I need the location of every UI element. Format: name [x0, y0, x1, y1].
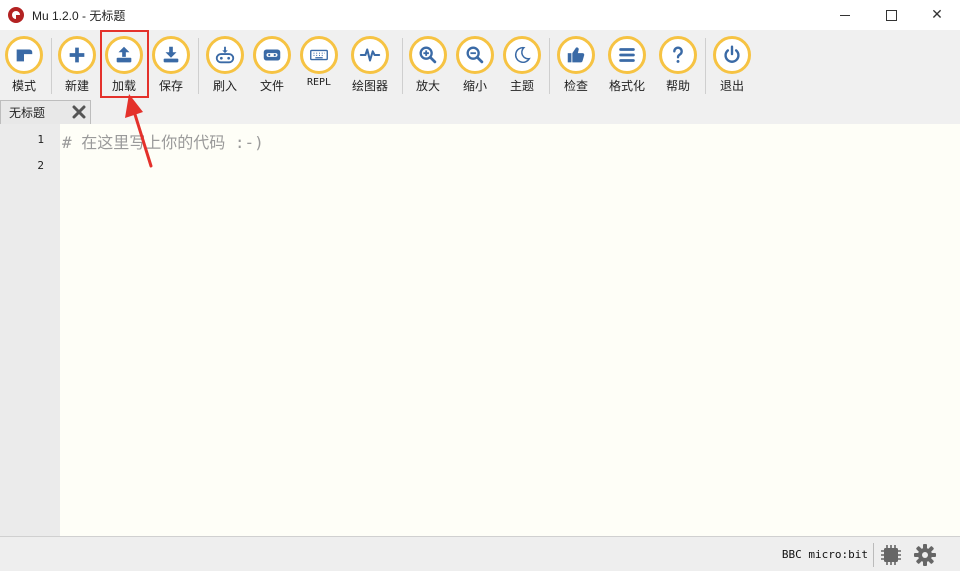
toolbar-separator	[51, 38, 52, 94]
moon-icon	[515, 46, 531, 63]
line-number: 1	[37, 133, 44, 146]
tab-label: 无标题	[9, 106, 46, 120]
theme-button[interactable]: 主题	[498, 36, 546, 98]
status-bar: BBC micro:bit	[0, 536, 960, 571]
repl-button[interactable]: REPL	[295, 36, 343, 98]
tidy-button[interactable]: 格式化	[603, 36, 651, 98]
zoom-out-button[interactable]: 缩小	[451, 36, 499, 98]
toolbar-separator	[549, 38, 550, 94]
question-icon	[673, 46, 683, 63]
maximize-button[interactable]	[868, 0, 914, 30]
plus-icon	[69, 47, 85, 63]
window-title: Mu 1.2.0 - 无标题	[32, 8, 126, 23]
mode-icon	[16, 49, 33, 62]
microbit-icon	[263, 49, 281, 61]
toolbar-separator	[402, 38, 403, 94]
title-bar: Mu 1.2.0 - 无标题 ✕	[0, 0, 960, 30]
toolbar-separator	[198, 38, 199, 94]
mode-label: BBC micro:bit	[781, 548, 868, 561]
plotter-button[interactable]: 绘图器	[346, 36, 394, 98]
keyboard-icon	[310, 49, 328, 61]
line-number-gutter: 1 2	[0, 124, 60, 536]
help-button[interactable]: 帮助	[654, 36, 702, 98]
close-window-button[interactable]: ✕	[914, 0, 960, 30]
close-tab-icon[interactable]	[72, 105, 86, 119]
minimize-button[interactable]	[822, 0, 868, 30]
gear-icon[interactable]	[912, 542, 938, 568]
status-separator	[873, 543, 874, 567]
mode-button[interactable]: 模式	[0, 36, 48, 98]
files-button[interactable]: 文件	[248, 36, 296, 98]
check-button[interactable]: 检查	[552, 36, 600, 98]
tab-untitled[interactable]: 无标题	[0, 100, 91, 124]
tab-bar: 无标题	[0, 98, 960, 124]
zoom-in-button[interactable]: 放大	[404, 36, 452, 98]
power-icon	[724, 45, 740, 63]
code-line: # 在这里写上你的代码 :-)	[62, 133, 264, 152]
zoom-out-icon	[466, 46, 484, 64]
mu-logo-icon	[8, 7, 24, 23]
pulse-icon	[359, 48, 381, 62]
zoom-in-icon	[419, 46, 437, 64]
load-highlight-box	[100, 30, 149, 98]
toolbar-separator	[705, 38, 706, 94]
chip-icon[interactable]	[878, 542, 904, 568]
new-button[interactable]: 新建	[53, 36, 101, 98]
line-number: 2	[37, 159, 44, 172]
code-editor[interactable]: # 在这里写上你的代码 :-)	[60, 124, 960, 536]
lines-icon	[619, 48, 635, 62]
flash-button[interactable]: 刷入	[201, 36, 249, 98]
thumbs-up-icon	[567, 47, 585, 63]
download-icon	[163, 46, 179, 63]
flash-icon	[215, 46, 235, 64]
mu-editor-window: Mu 1.2.0 - 无标题 ✕ 模式 新建 加载 保存 刷入 文件 REPL …	[0, 0, 960, 571]
save-button[interactable]: 保存	[147, 36, 195, 98]
quit-button[interactable]: 退出	[708, 36, 756, 98]
